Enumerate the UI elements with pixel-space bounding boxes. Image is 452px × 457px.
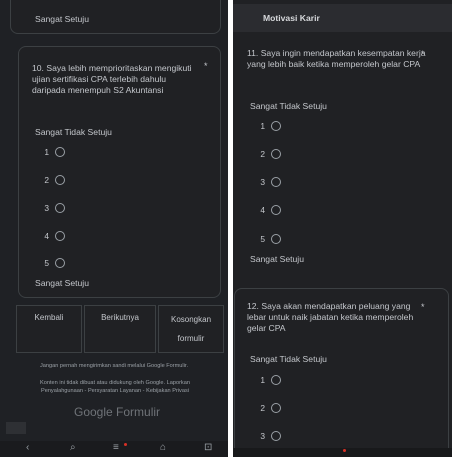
option-2[interactable]: 2 <box>37 172 65 188</box>
radio-button[interactable] <box>271 205 281 215</box>
option-4[interactable]: 4 <box>253 202 281 218</box>
scale-low-label: Sangat Tidak Setuju <box>250 354 327 364</box>
option-number: 1 <box>260 121 265 131</box>
question-10-title: 10. Saya lebih memprioritaskan mengikuti… <box>32 63 192 95</box>
radio-button[interactable] <box>55 147 65 157</box>
radio-button[interactable] <box>271 149 281 159</box>
option-1[interactable]: 1 <box>253 372 281 388</box>
navigation-bar: ‹ ⌕ ≡ ⌂ ⊡ <box>0 441 228 457</box>
option-number: 2 <box>260 403 265 413</box>
radio-button[interactable] <box>55 231 65 241</box>
radio-button[interactable] <box>271 375 281 385</box>
radio-button[interactable] <box>271 121 281 131</box>
option-3[interactable]: 3 <box>253 428 281 444</box>
option-number: 1 <box>44 147 49 157</box>
option-2[interactable]: 2 <box>253 400 281 416</box>
navigation-bar <box>233 448 452 457</box>
option-3[interactable]: 3 <box>37 200 65 216</box>
scale-high-label: Sangat Setuju <box>250 254 304 264</box>
radio-button[interactable] <box>271 177 281 187</box>
next-button[interactable]: Berikutnya <box>84 305 156 353</box>
option-number: 3 <box>260 431 265 441</box>
option-number: 3 <box>260 177 265 187</box>
radio-button[interactable] <box>55 258 65 268</box>
option-3[interactable]: 3 <box>253 174 281 190</box>
section-header: Motivasi Karir <box>233 4 452 32</box>
option-number: 2 <box>44 175 49 185</box>
left-form-pane: Sangat Setuju 10. Saya lebih mempriorita… <box>0 0 228 457</box>
back-arrow-icon[interactable]: ‹ <box>26 442 29 453</box>
scale-low-label: Sangat Tidak Setuju <box>35 127 112 137</box>
radio-button[interactable] <box>271 431 281 441</box>
back-button[interactable]: Kembali <box>16 305 82 353</box>
option-number: 2 <box>260 149 265 159</box>
tabs-icon[interactable]: ⊡ <box>204 442 212 453</box>
notification-dot-icon <box>124 443 127 446</box>
required-asterisk: * <box>204 61 208 71</box>
menu-icon[interactable]: ≡ <box>113 442 119 453</box>
option-2[interactable]: 2 <box>253 146 281 162</box>
scale-low-label: Sangat Tidak Setuju <box>250 101 327 111</box>
option-number: 5 <box>260 234 265 244</box>
question-12-card: 12. Saya akan mendapatkan peluang yang l… <box>234 288 449 457</box>
radio-button[interactable] <box>271 403 281 413</box>
option-number: 1 <box>260 375 265 385</box>
required-asterisk: * <box>421 302 425 312</box>
option-number: 5 <box>44 258 49 268</box>
home-icon[interactable]: ⌂ <box>160 442 166 453</box>
option-number: 4 <box>260 205 265 215</box>
notification-dot-icon <box>343 449 346 452</box>
search-icon[interactable]: ⌕ <box>70 442 76 453</box>
right-form-pane: Motivasi Karir 11. Saya ingin mendapatka… <box>233 0 452 457</box>
google-forms-logo: Google Formulir <box>74 405 161 419</box>
disclaimer-text: Konten ini tidak dibuat atau didukung ol… <box>40 380 190 394</box>
option-1[interactable]: 1 <box>253 118 281 134</box>
clear-form-button[interactable]: Kosongkan formulir <box>158 305 224 353</box>
radio-button[interactable] <box>55 175 65 185</box>
option-5[interactable]: 5 <box>253 231 281 247</box>
question-10-card: 10. Saya lebih memprioritaskan mengikuti… <box>18 46 221 298</box>
previous-question-card: Sangat Setuju <box>10 0 221 34</box>
option-number: 4 <box>44 231 49 241</box>
feedback-icon[interactable] <box>6 422 26 434</box>
scale-high-label: Sangat Setuju <box>35 278 89 288</box>
option-4[interactable]: 4 <box>37 228 65 244</box>
required-asterisk: * <box>421 49 425 59</box>
radio-button[interactable] <box>271 234 281 244</box>
previous-high-label: Sangat Setuju <box>35 14 89 24</box>
option-1[interactable]: 1 <box>37 144 65 160</box>
radio-button[interactable] <box>55 203 65 213</box>
password-warning: Jangan pernah mengirimkan sandi melalui … <box>40 363 188 369</box>
option-number: 3 <box>44 203 49 213</box>
option-5[interactable]: 5 <box>37 255 65 271</box>
question-11-title: 11. Saya ingin mendapatkan kesempatan ke… <box>247 48 426 69</box>
question-12-title: 12. Saya akan mendapatkan peluang yang l… <box>247 301 414 333</box>
